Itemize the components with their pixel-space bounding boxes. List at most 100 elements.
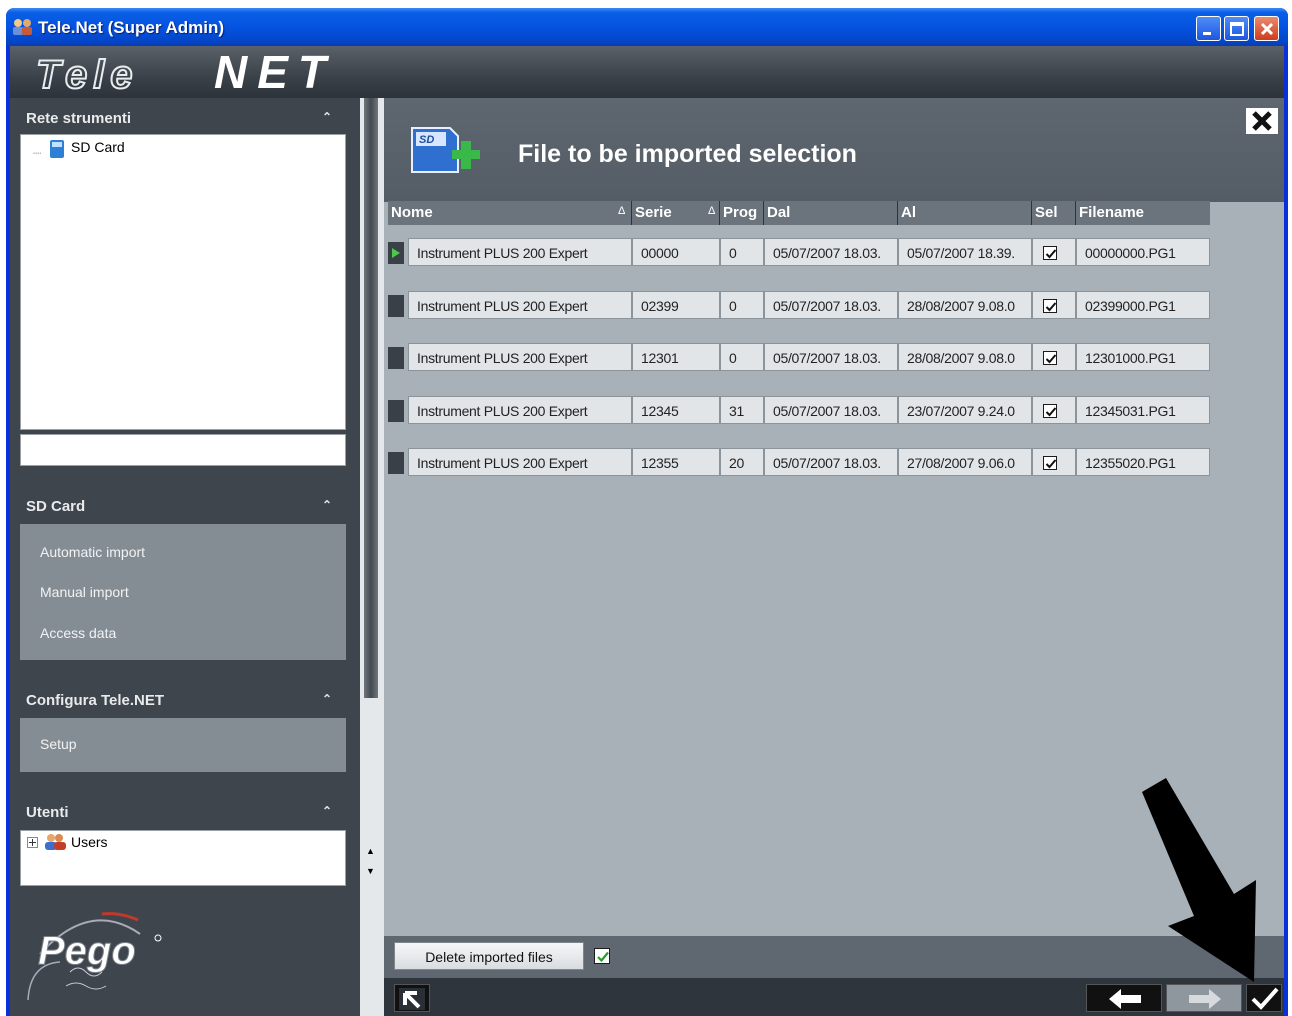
telenet-logo: Tele NET bbox=[36, 54, 336, 94]
scroll-up-icon[interactable]: ▲ bbox=[366, 846, 375, 856]
sidebar-scrollbar[interactable]: ▲ ▼ bbox=[360, 98, 384, 1016]
row-selector[interactable] bbox=[388, 399, 404, 422]
cell-dal[interactable]: 05/07/2007 18.03. bbox=[764, 290, 898, 319]
cell-filename[interactable]: 00000000.PG1 bbox=[1076, 238, 1210, 266]
table-row[interactable]: Instrument PLUS 200 Expert 12301 0 05/07/20… bbox=[388, 343, 1210, 371]
cell-prog[interactable]: 0 bbox=[720, 290, 764, 319]
back-to-start-button[interactable] bbox=[394, 984, 430, 1012]
return-arrow-icon bbox=[399, 988, 425, 1010]
delete-imported-files-button[interactable]: Delete imported files bbox=[394, 942, 584, 970]
cell-serie[interactable]: 12301 bbox=[632, 343, 720, 371]
cell-dal[interactable]: 05/07/2007 18.03. bbox=[764, 238, 898, 266]
cell-dal[interactable]: 05/07/2007 18.03. bbox=[764, 343, 898, 371]
checkmark-icon bbox=[1045, 459, 1057, 469]
cell-sel bbox=[1032, 395, 1076, 424]
collapse-chevron-icon[interactable]: ⌃ bbox=[322, 804, 332, 818]
cell-al[interactable]: 05/07/2007 18.39. bbox=[898, 238, 1032, 266]
section-header-sdcard[interactable]: SD Card ⌃ bbox=[10, 486, 350, 526]
tree-line-icon: ┈ bbox=[33, 145, 42, 161]
cell-nome[interactable]: Instrument PLUS 200 Expert bbox=[408, 290, 632, 319]
cell-sel bbox=[1032, 290, 1076, 319]
row-select-checkbox[interactable] bbox=[1043, 246, 1057, 260]
checkmark-icon bbox=[1045, 406, 1057, 416]
panel-close-button[interactable] bbox=[1244, 106, 1280, 136]
menu-item-manual-import[interactable]: Manual import bbox=[40, 584, 129, 600]
row-select-checkbox[interactable] bbox=[1043, 351, 1057, 365]
column-header-sel[interactable]: Sel bbox=[1032, 201, 1076, 225]
cell-filename[interactable]: 02399000.PG1 bbox=[1076, 290, 1210, 319]
checkmark-icon bbox=[1045, 354, 1057, 364]
cell-serie[interactable]: 12355 bbox=[632, 448, 720, 476]
column-header-al[interactable]: Al bbox=[898, 201, 1032, 225]
section-header-users[interactable]: Utenti ⌃ bbox=[10, 792, 350, 832]
menu-item-automatic-import[interactable]: Automatic import bbox=[40, 544, 145, 560]
cell-serie[interactable]: 12345 bbox=[632, 395, 720, 424]
column-header-dal[interactable]: Dal bbox=[764, 201, 898, 225]
cell-al[interactable]: 28/08/2007 9.08.0 bbox=[898, 290, 1032, 319]
users-icon bbox=[45, 834, 66, 850]
column-header-nome[interactable]: Nome bbox=[388, 201, 632, 225]
cell-filename[interactable]: 12301000.PG1 bbox=[1076, 343, 1210, 371]
cell-prog[interactable]: 0 bbox=[720, 238, 764, 266]
column-header-serie[interactable]: Serie bbox=[632, 201, 720, 225]
checkmark-icon bbox=[1045, 301, 1057, 311]
row-select-checkbox[interactable] bbox=[1043, 298, 1057, 313]
section-header-config[interactable]: Configura Tele.NET ⌃ bbox=[10, 680, 350, 720]
cell-serie[interactable]: 02399 bbox=[632, 290, 720, 319]
section-header-network[interactable]: Rete strumenti ⌃ bbox=[10, 98, 350, 138]
table-row[interactable]: Instrument PLUS 200 Expert 12345 31 05/07/2… bbox=[388, 395, 1210, 424]
svg-text:NET: NET bbox=[214, 54, 336, 94]
window-close-button[interactable] bbox=[1254, 16, 1279, 41]
tree-item-sd-card[interactable]: SD Card bbox=[71, 139, 125, 155]
collapse-chevron-icon[interactable]: ⌃ bbox=[322, 498, 332, 512]
table-row[interactable]: Instrument PLUS 200 Expert 00000 0 05/07/20… bbox=[388, 238, 1210, 266]
table-row[interactable]: Instrument PLUS 200 Expert 02399 0 05/07/20… bbox=[388, 290, 1210, 319]
instrument-tree[interactable]: ┈ SD Card bbox=[20, 134, 346, 430]
column-header-prog[interactable]: Prog bbox=[720, 201, 764, 225]
cell-filename[interactable]: 12345031.PG1 bbox=[1076, 395, 1210, 424]
cell-al[interactable]: 27/08/2007 9.06.0 bbox=[898, 448, 1032, 476]
menu-item-setup[interactable]: Setup bbox=[40, 736, 77, 752]
cell-nome[interactable]: Instrument PLUS 200 Expert bbox=[408, 238, 632, 266]
row-selector[interactable] bbox=[388, 242, 404, 264]
delete-imported-checkbox[interactable] bbox=[594, 948, 610, 964]
collapse-chevron-icon[interactable]: ⌃ bbox=[322, 110, 332, 124]
cell-prog[interactable]: 0 bbox=[720, 343, 764, 371]
row-select-checkbox[interactable] bbox=[1043, 403, 1057, 418]
checkmark-icon bbox=[597, 951, 609, 963]
cell-prog[interactable]: 31 bbox=[720, 395, 764, 424]
menu-item-access-data[interactable]: Access data bbox=[40, 625, 116, 641]
cell-prog[interactable]: 20 bbox=[720, 448, 764, 476]
cell-nome[interactable]: Instrument PLUS 200 Expert bbox=[408, 343, 632, 371]
minimize-button[interactable] bbox=[1196, 16, 1221, 41]
row-selector[interactable] bbox=[388, 347, 404, 369]
cell-nome[interactable]: Instrument PLUS 200 Expert bbox=[408, 448, 632, 476]
cell-dal[interactable]: 05/07/2007 18.03. bbox=[764, 395, 898, 424]
current-row-arrow-icon bbox=[392, 248, 400, 258]
table-row[interactable]: Instrument PLUS 200 Expert 12355 20 05/07/2… bbox=[388, 448, 1210, 476]
tree-item-users[interactable]: Users bbox=[71, 834, 108, 850]
collapse-chevron-icon[interactable]: ⌃ bbox=[322, 692, 332, 706]
page-title: File to be imported selection bbox=[518, 140, 857, 168]
row-select-checkbox[interactable] bbox=[1043, 456, 1057, 470]
cell-serie[interactable]: 00000 bbox=[632, 238, 720, 266]
column-header-filename[interactable]: Filename bbox=[1076, 201, 1210, 225]
sidebar: Rete strumenti ⌃ ┈ SD Card SD Card ⌃ Aut… bbox=[10, 98, 360, 1016]
cell-sel bbox=[1032, 238, 1076, 266]
scroll-down-icon[interactable]: ▼ bbox=[366, 866, 375, 876]
cell-nome[interactable]: Instrument PLUS 200 Expert bbox=[408, 395, 632, 424]
expand-plus-icon[interactable] bbox=[27, 837, 38, 848]
cell-al[interactable]: 23/07/2007 9.24.0 bbox=[898, 395, 1032, 424]
sort-asc-icon[interactable]: Δ bbox=[618, 205, 625, 217]
maximize-button[interactable] bbox=[1224, 16, 1249, 41]
cell-filename[interactable]: 12355020.PG1 bbox=[1076, 448, 1210, 476]
title-bar[interactable]: Tele.Net (Super Admin) bbox=[6, 8, 1288, 46]
scrollbar-thumb[interactable] bbox=[364, 98, 378, 698]
cell-sel bbox=[1032, 343, 1076, 371]
cell-al[interactable]: 28/08/2007 9.08.0 bbox=[898, 343, 1032, 371]
sort-asc-icon[interactable]: Δ bbox=[708, 205, 715, 217]
users-tree[interactable]: Users bbox=[20, 830, 346, 886]
cell-dal[interactable]: 05/07/2007 18.03. bbox=[764, 448, 898, 476]
row-selector[interactable] bbox=[388, 452, 404, 474]
row-selector[interactable] bbox=[388, 294, 404, 317]
